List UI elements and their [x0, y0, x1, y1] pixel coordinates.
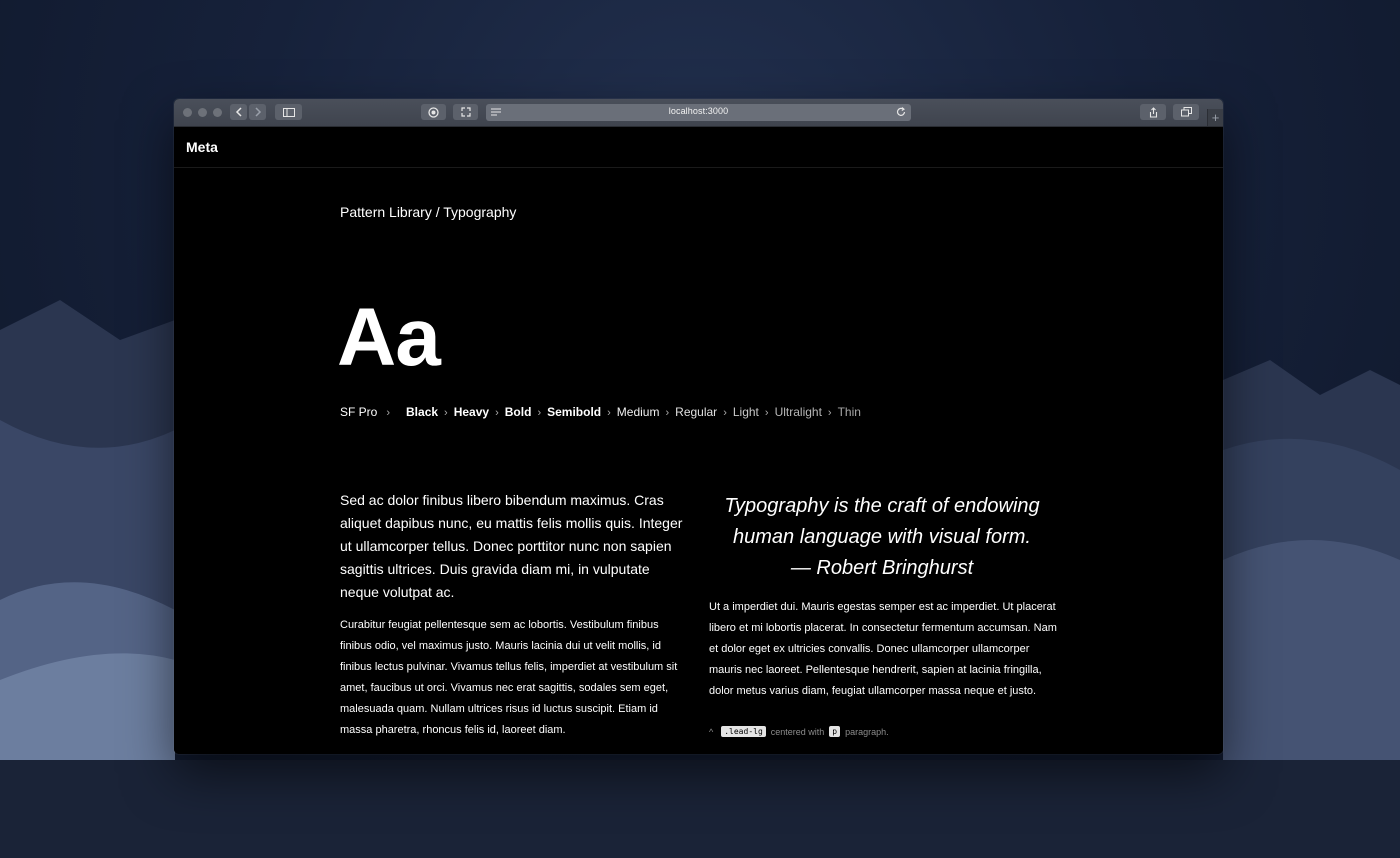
- address-bar[interactable]: localhost:3000: [486, 104, 911, 121]
- weight-separator: ›: [386, 407, 391, 419]
- font-weights-list: SF Pro › Black › Heavy › Bold › Semibold…: [340, 405, 861, 419]
- weight-light: Light: [732, 405, 759, 419]
- weight-black: Black: [406, 405, 439, 419]
- caret-up-icon: ^: [709, 726, 714, 737]
- font-family-name: SF Pro: [340, 405, 378, 419]
- weight-separator: ›: [444, 407, 448, 419]
- url-text: localhost:3000: [668, 106, 729, 116]
- body-paragraph-left: Curabitur feugiat pellentesque sem ac lo…: [340, 619, 678, 736]
- minimize-window-button[interactable]: [198, 108, 207, 117]
- type-specimen: Aa: [337, 292, 441, 383]
- weight-separator: ›: [723, 407, 727, 419]
- chevron-right-icon: [254, 107, 261, 117]
- sidebar-toggle-button[interactable]: [275, 104, 302, 120]
- weight-separator: ›: [607, 407, 611, 419]
- weight-separator: ›: [537, 407, 542, 419]
- code-note: ^ .lead-lg centered with p paragraph.: [709, 726, 894, 737]
- weight-separator: ›: [665, 407, 670, 419]
- weight-medium: Medium: [616, 405, 660, 419]
- weight-regular: Regular: [675, 405, 718, 419]
- resize-extension-button[interactable]: [453, 104, 478, 120]
- show-tabs-button[interactable]: [1173, 104, 1199, 120]
- expand-icon: [460, 107, 471, 117]
- share-button[interactable]: [1140, 104, 1166, 120]
- forward-button[interactable]: [249, 104, 266, 120]
- browser-toolbar: localhost:3000 +: [174, 99, 1223, 127]
- weight-thin: Thin: [837, 405, 861, 419]
- plus-icon: +: [1211, 110, 1220, 125]
- weight-ultralight: Ultralight: [774, 405, 822, 419]
- weight-separator: ›: [495, 407, 499, 419]
- site-navbar: Meta: [174, 127, 1223, 168]
- reload-icon[interactable]: [896, 107, 906, 117]
- quote-author: — Robert Bringhurst: [790, 557, 974, 579]
- privacy-extension-button[interactable]: [421, 104, 446, 120]
- circle-shield-icon: [428, 106, 439, 118]
- weight-separator: ›: [764, 407, 769, 419]
- weight-bold: Bold: [504, 405, 532, 419]
- breadcrumb: Pattern Library / Typography: [340, 204, 517, 220]
- quote-line: Typography is the craft of endowing: [724, 495, 1040, 517]
- browser-window: localhost:3000 + Meta Pattern Library / …: [174, 99, 1223, 754]
- close-window-button[interactable]: [183, 108, 192, 117]
- lead-paragraph: Sed ac dolor finibus libero bibendum max…: [340, 492, 683, 600]
- quote-line: human language with visual form.: [733, 526, 1031, 548]
- pull-quote: Typography is the craft of endowing huma…: [702, 491, 1062, 584]
- class-code: .lead-lg: [721, 726, 766, 737]
- note-text: paragraph.: [845, 726, 889, 737]
- zoom-window-button[interactable]: [213, 108, 222, 117]
- site-brand-link[interactable]: Meta: [186, 139, 218, 155]
- sidebar-icon: [282, 107, 295, 117]
- new-tab-button[interactable]: +: [1207, 109, 1223, 126]
- weight-semibold: Semibold: [547, 405, 602, 419]
- weight-separator: ›: [827, 407, 832, 419]
- web-page: Meta Pattern Library / Typography Aa SF …: [174, 127, 1223, 754]
- tabs-overview-icon: [1180, 107, 1192, 117]
- body-paragraph-right: Ut a imperdiet dui. Mauris egestas sempe…: [709, 601, 1057, 697]
- weight-heavy: Heavy: [453, 405, 490, 419]
- share-icon: [1149, 106, 1157, 118]
- back-button[interactable]: [230, 104, 247, 120]
- chevron-left-icon: [235, 107, 242, 117]
- tag-code: p: [829, 726, 841, 737]
- note-text: centered with: [770, 726, 825, 737]
